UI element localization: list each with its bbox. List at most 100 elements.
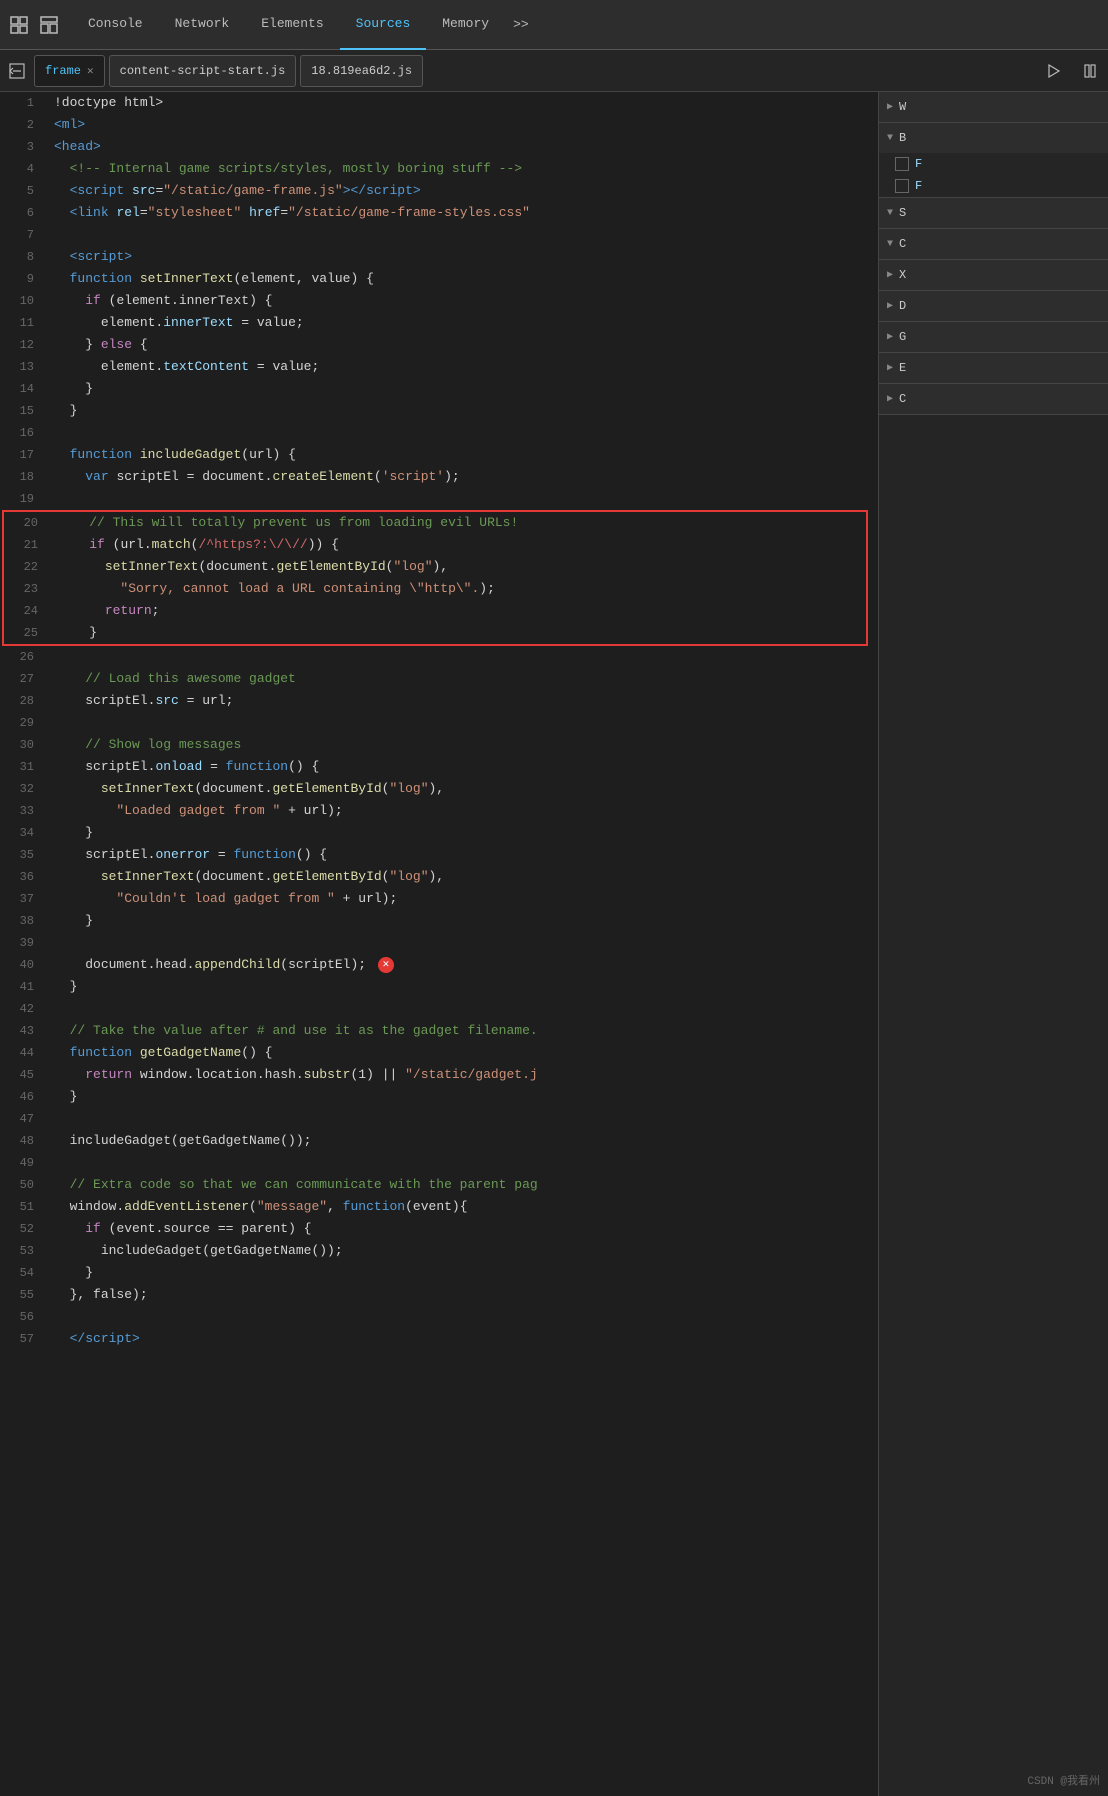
table-row: 12 } else { bbox=[0, 334, 878, 356]
sidebar-item-f1: F bbox=[879, 153, 1108, 175]
line-content: <link rel="stylesheet" href="/static/gam… bbox=[50, 202, 878, 224]
sidebar-section-s: ▼ S bbox=[879, 198, 1108, 229]
file-tab-content-script[interactable]: content-script-start.js bbox=[109, 55, 297, 87]
line-number: 35 bbox=[0, 844, 50, 866]
line-content: if (event.source == parent) { bbox=[50, 1218, 878, 1240]
line-number: 22 bbox=[4, 556, 54, 578]
table-row: 5 <script src="/static/game-frame.js"></… bbox=[0, 180, 878, 202]
table-row: 44 function getGadgetName() { bbox=[0, 1042, 878, 1064]
line-number: 12 bbox=[0, 334, 50, 356]
line-content: } bbox=[50, 1262, 878, 1284]
sidebar-label-g: G bbox=[899, 330, 906, 344]
table-row: 1!doctype html> bbox=[0, 92, 878, 114]
sidebar-section-e: ▶ E bbox=[879, 353, 1108, 384]
line-number: 10 bbox=[0, 290, 50, 312]
line-content: element.innerText = value; bbox=[50, 312, 878, 334]
line-content: "Couldn't load gadget from " + url); bbox=[50, 888, 878, 910]
code-lines: 1!doctype html>2<ml>3<head>4 <!-- Intern… bbox=[0, 92, 878, 1350]
file-tab-content-script-label: content-script-start.js bbox=[120, 64, 286, 78]
sidebar-header-c2[interactable]: ▶ C bbox=[879, 384, 1108, 414]
tab-elements[interactable]: Elements bbox=[245, 0, 339, 50]
sidebar-header-g[interactable]: ▶ G bbox=[879, 322, 1108, 352]
table-row: 7 bbox=[0, 224, 878, 246]
sidebar-header-b[interactable]: ▼ B bbox=[879, 123, 1108, 153]
back-icon[interactable] bbox=[4, 58, 30, 84]
file-tab-bundle[interactable]: 18.819ea6d2.js bbox=[300, 55, 423, 87]
sidebar-header-e[interactable]: ▶ E bbox=[879, 353, 1108, 383]
sidebar-label-x: X bbox=[899, 268, 906, 282]
tab-sources[interactable]: Sources bbox=[340, 0, 427, 50]
inspect-icon[interactable] bbox=[8, 14, 30, 36]
line-content: <!-- Internal game scripts/styles, mostl… bbox=[50, 158, 878, 180]
line-number: 28 bbox=[0, 690, 50, 712]
sidebar-header-c1[interactable]: ▼ C bbox=[879, 229, 1108, 259]
line-content: // This will totally prevent us from loa… bbox=[54, 512, 866, 534]
pause-icon[interactable] bbox=[1076, 57, 1104, 85]
line-content: // Show log messages bbox=[50, 734, 878, 756]
file-tab-frame[interactable]: frame ✕ bbox=[34, 55, 105, 87]
table-row: 46 } bbox=[0, 1086, 878, 1108]
table-row: 38 } bbox=[0, 910, 878, 932]
line-number: 26 bbox=[0, 646, 50, 668]
sidebar-header-s[interactable]: ▼ S bbox=[879, 198, 1108, 228]
checkbox-f2[interactable] bbox=[895, 179, 909, 193]
sidebar-header-w[interactable]: ▶ W bbox=[879, 92, 1108, 122]
line-content: <script src="/static/game-frame.js"></sc… bbox=[50, 180, 878, 202]
line-number: 45 bbox=[0, 1064, 50, 1086]
line-number: 32 bbox=[0, 778, 50, 800]
line-content: window.addEventListener("message", funct… bbox=[50, 1196, 878, 1218]
checkbox-f1[interactable] bbox=[895, 157, 909, 171]
line-number: 42 bbox=[0, 998, 50, 1020]
line-number: 47 bbox=[0, 1108, 50, 1130]
line-number: 49 bbox=[0, 1152, 50, 1174]
sidebar-section-g: ▶ G bbox=[879, 322, 1108, 353]
line-number: 27 bbox=[0, 668, 50, 690]
run-icon[interactable] bbox=[1040, 57, 1068, 85]
table-row: 55 }, false); bbox=[0, 1284, 878, 1306]
line-content: if (url.match(/^https?:\/\//)) { bbox=[54, 534, 866, 556]
main-area: 1!doctype html>2<ml>3<head>4 <!-- Intern… bbox=[0, 92, 1108, 1796]
table-row: 50 // Extra code so that we can communic… bbox=[0, 1174, 878, 1196]
table-row: 19 bbox=[0, 488, 878, 510]
line-number: 6 bbox=[0, 202, 50, 224]
line-content: <ml> bbox=[50, 114, 878, 136]
line-number: 5 bbox=[0, 180, 50, 202]
line-content: <head> bbox=[50, 136, 878, 158]
close-frame-tab[interactable]: ✕ bbox=[87, 64, 94, 78]
table-row: 56 bbox=[0, 1306, 878, 1328]
error-icon: ✕ bbox=[378, 957, 394, 973]
table-row: 13 element.textContent = value; bbox=[0, 356, 878, 378]
table-row: 32 setInnerText(document.getElementById(… bbox=[0, 778, 878, 800]
table-row: 41 } bbox=[0, 976, 878, 998]
sidebar-label-f1: F bbox=[915, 157, 922, 171]
table-row: 45 return window.location.hash.substr(1)… bbox=[0, 1064, 878, 1086]
table-row: 3<head> bbox=[0, 136, 878, 158]
table-row: 35 scriptEl.onerror = function() { bbox=[0, 844, 878, 866]
table-row: 2<ml> bbox=[0, 114, 878, 136]
line-number: 8 bbox=[0, 246, 50, 268]
tab-network[interactable]: Network bbox=[159, 0, 246, 50]
tab-more[interactable]: >> bbox=[505, 17, 537, 32]
sidebar-header-d[interactable]: ▶ D bbox=[879, 291, 1108, 321]
line-number: 41 bbox=[0, 976, 50, 998]
line-number: 18 bbox=[0, 466, 50, 488]
arrow-b: ▼ bbox=[887, 133, 893, 144]
table-row: 51 window.addEventListener("message", fu… bbox=[0, 1196, 878, 1218]
sidebar-header-x[interactable]: ▶ X bbox=[879, 260, 1108, 290]
code-panel[interactable]: 1!doctype html>2<ml>3<head>4 <!-- Intern… bbox=[0, 92, 878, 1796]
devtools-tab-bar: Console Network Elements Sources Memory … bbox=[0, 0, 1108, 50]
tab-console[interactable]: Console bbox=[72, 0, 159, 50]
line-content: includeGadget(getGadgetName()); bbox=[50, 1240, 878, 1262]
line-number: 17 bbox=[0, 444, 50, 466]
layout-icon[interactable] bbox=[38, 14, 60, 36]
devtools-icons bbox=[8, 14, 60, 36]
arrow-s: ▼ bbox=[887, 208, 893, 219]
table-row: 17 function includeGadget(url) { bbox=[0, 444, 878, 466]
sidebar-section-d: ▶ D bbox=[879, 291, 1108, 322]
line-number: 52 bbox=[0, 1218, 50, 1240]
table-row: 52 if (event.source == parent) { bbox=[0, 1218, 878, 1240]
table-row: 26 bbox=[0, 646, 878, 668]
line-content: } bbox=[54, 622, 866, 644]
tab-memory[interactable]: Memory bbox=[426, 0, 505, 50]
table-row: 43 // Take the value after # and use it … bbox=[0, 1020, 878, 1042]
